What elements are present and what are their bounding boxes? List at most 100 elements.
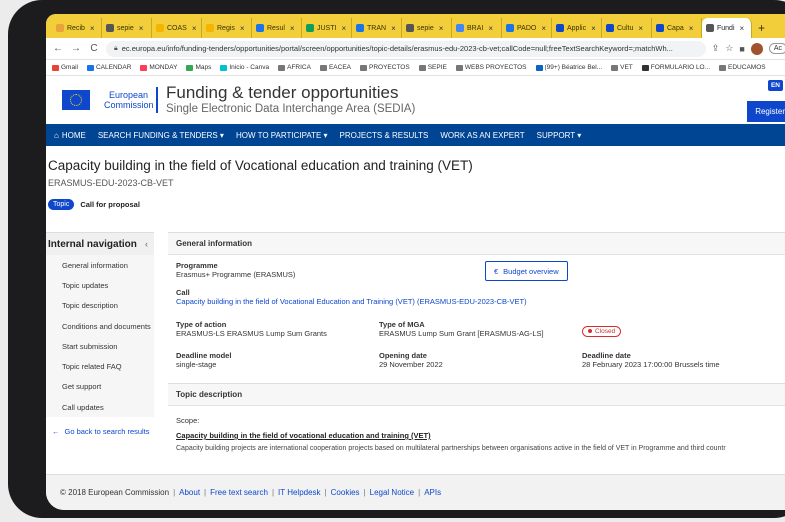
bookmark-item[interactable]: WEBS PROYECTOS [455,64,527,71]
avatar[interactable] [750,42,763,55]
browser-tab-label: sepie [117,24,134,32]
language-selector[interactable]: EN [767,80,783,91]
close-icon[interactable]: × [740,24,745,33]
call-link[interactable]: Capacity building in the field of Vocati… [176,297,785,306]
bookmark-item[interactable]: (99+) Béatrice Bel... [535,64,602,71]
deadline-date-label: Deadline date [582,351,631,360]
close-icon[interactable]: × [689,24,694,33]
internal-navigation-title: Internal navigation [48,238,137,250]
sidebar-item[interactable]: Start submission [46,336,154,356]
browser-tab[interactable]: Recib × [52,18,102,38]
browser-tab[interactable]: Cultu × [602,18,652,38]
footer-link[interactable]: About [179,488,200,497]
browser-tab[interactable]: sepie × [402,18,452,38]
footer-link[interactable]: IT Helpdesk [278,488,321,497]
bookmark-icon [220,64,228,71]
browser-tab-label: Cultu [617,24,634,32]
sidebar-item[interactable]: Conditions and documents [46,316,154,336]
nav-item[interactable]: WORK AS AN EXPERT [440,131,524,140]
browser-tab-label: Applic [567,24,587,32]
internal-navigation-list: General information Topic updates Topic de… [46,255,154,418]
tab-favicon-icon [656,24,664,32]
topic-main: General information Programme Erasmus+ P… [154,232,785,466]
close-icon[interactable]: × [541,24,546,33]
nav-item[interactable]: ⌂ HOME [54,131,86,140]
sidebar-item[interactable]: Topic updates [46,275,154,295]
bookmark-item[interactable]: Maps [186,64,211,71]
bookmark-item[interactable]: MONDAY [140,64,177,71]
close-icon[interactable]: × [139,24,144,33]
nav-item[interactable]: SEARCH FUNDING & TENDERS ▾ [98,131,224,140]
close-icon[interactable]: × [439,24,444,33]
tab-topic[interactable]: Topic [48,199,75,210]
browser-tab[interactable]: TRAN × [352,18,402,38]
sidebar-item[interactable]: Call updates [46,397,154,417]
nav-item[interactable]: HOW TO PARTICIPATE ▾ [236,131,328,140]
browser-tab[interactable]: Fundi × [702,18,752,38]
footer-link[interactable]: Free text search [210,488,268,497]
bookmark-item[interactable]: CALENDAR [86,64,131,71]
close-icon[interactable]: × [591,24,596,33]
tab-call-for-proposal[interactable]: Call for proposal [80,200,140,209]
browser-tab[interactable]: BRAI × [452,18,502,38]
new-tab-button[interactable]: + [752,18,771,38]
close-icon[interactable]: × [638,24,643,33]
ec-logo[interactable]: European Commission [104,90,154,110]
browser-tab[interactable]: Resul × [252,18,302,38]
bookmark-item[interactable]: Gmail [52,64,78,71]
chevron-left-icon[interactable]: ‹ [145,239,148,249]
bookmark-label: WEBS PROYECTOS [464,64,527,71]
bookmark-item[interactable]: FORMULARIO LO... [641,64,710,71]
tab-favicon-icon [556,24,564,32]
close-icon[interactable]: × [240,24,245,33]
bookmark-item[interactable]: EDUCAMOS [719,64,766,71]
close-icon[interactable]: × [90,24,95,33]
register-button[interactable]: Register [747,101,785,122]
profile-button[interactable]: Ac [768,43,785,54]
bookmark-item[interactable]: SEPIE [418,64,447,71]
sidebar-item[interactable]: Topic description [46,296,154,316]
share-icon[interactable]: ⇪ [712,43,720,54]
extension-icon[interactable]: ■ [739,44,744,54]
browser-tab[interactable]: Regis × [202,18,252,38]
bookmark-item[interactable]: AFRICA [278,64,311,71]
opening-date-label: Opening date [379,351,427,360]
bookmark-item[interactable]: PROYECTOS [360,64,410,71]
sidebar-item[interactable]: General information [46,255,154,275]
nav-item[interactable]: PROJECTS & RESULTS [340,131,429,140]
close-icon[interactable]: × [488,24,493,33]
budget-overview-button[interactable]: € Budget overview [485,261,568,281]
back-to-search-link[interactable]: ← Go back to search results [46,427,154,436]
bookmark-item[interactable]: Inicio - Canva [220,64,269,71]
bookmark-item[interactable]: VET [611,64,633,71]
close-icon[interactable]: × [290,24,295,33]
footer-link[interactable]: APIs [424,488,441,497]
nav-item[interactable]: SUPPORT ▾ [537,131,582,140]
browser-tab[interactable]: COAS × [152,18,202,38]
tab-favicon-icon [156,24,164,32]
page-title: Capacity building in the field of Vocati… [48,158,473,173]
close-icon[interactable]: × [341,24,346,33]
browser-tab[interactable]: sepie × [102,18,152,38]
footer-link[interactable]: Legal Notice [370,488,414,497]
sidebar-item[interactable]: Get support [46,377,154,397]
browser-tab[interactable]: Capa × [652,18,702,38]
programme-label: Programme [176,261,218,270]
sidebar-item[interactable]: Topic related FAQ [46,356,154,376]
type-of-mga-label: Type of MGA [379,320,425,329]
programme-value: Erasmus+ Programme (ERASMUS) [176,270,296,279]
star-icon[interactable]: ☆ [725,43,733,54]
bookmark-label: EACEA [328,64,351,71]
browser-tab[interactable]: JUSTI × [302,18,352,38]
forward-arrow-icon[interactable]: → [70,43,82,54]
bookmark-item[interactable]: EACEA [319,64,351,71]
browser-tab[interactable]: Applic × [552,18,602,38]
url-field[interactable]: 🔒︎ ec.europa.eu/info/funding-tenders/opp… [106,40,706,57]
close-icon[interactable]: × [192,24,197,33]
back-arrow-icon[interactable]: ← [52,43,64,54]
reload-icon[interactable]: C [88,43,100,54]
back-to-search-label: Go back to search results [64,427,150,437]
browser-tab[interactable]: PADO × [502,18,552,38]
footer-link[interactable]: Cookies [331,488,360,497]
close-icon[interactable]: × [391,24,396,33]
